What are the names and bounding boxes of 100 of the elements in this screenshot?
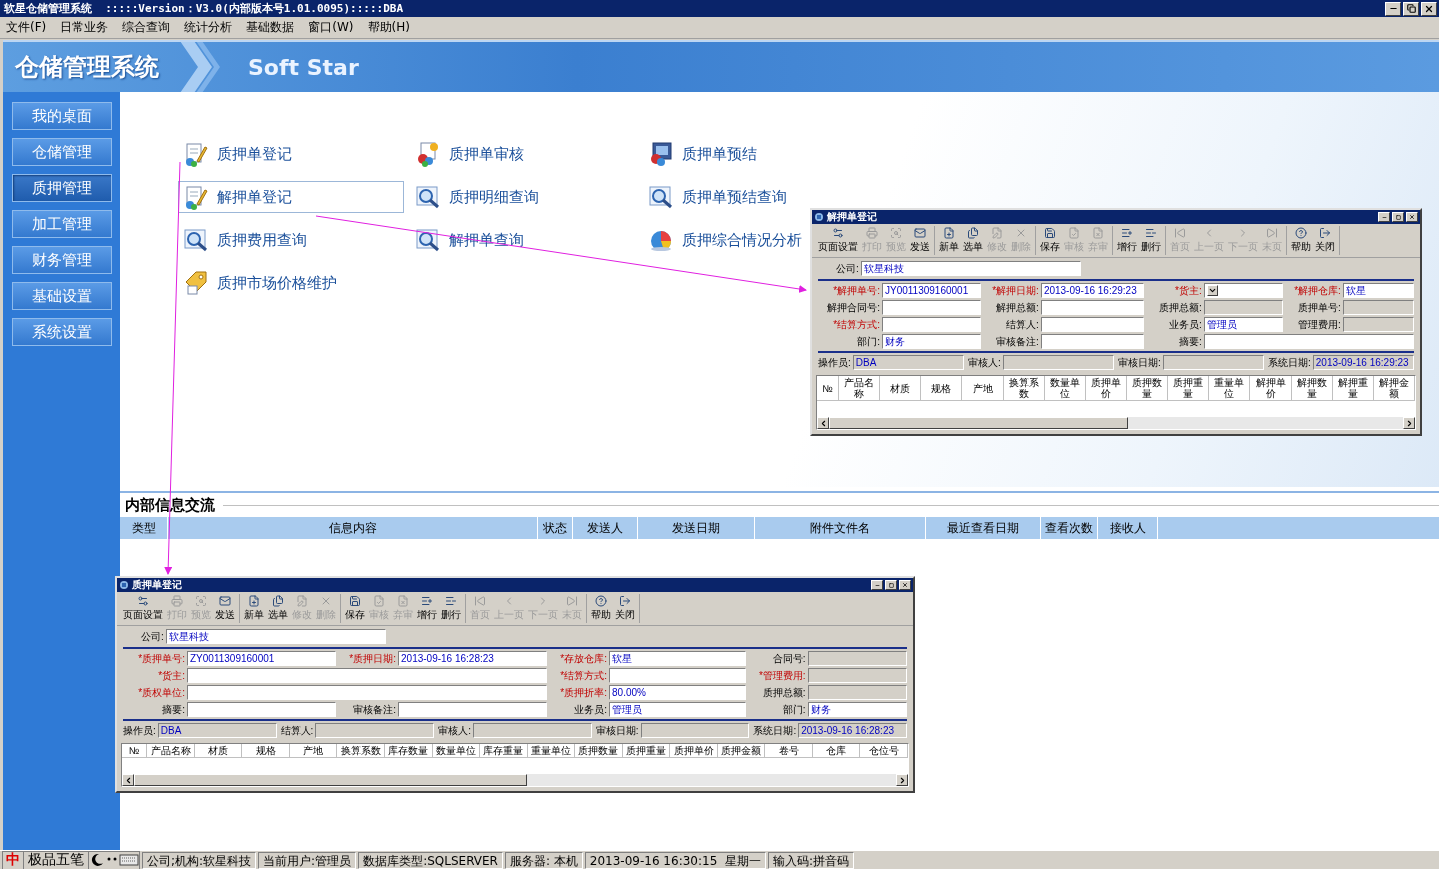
- sidebar-item[interactable]: 加工管理: [12, 210, 112, 238]
- input-field[interactable]: [1342, 300, 1414, 315]
- toolbar-button[interactable]: 页面设置: [121, 594, 165, 623]
- input-field[interactable]: [807, 651, 907, 666]
- scrollbar[interactable]: [817, 417, 1415, 429]
- input-field[interactable]: [187, 702, 336, 717]
- settings-icon: [832, 227, 844, 239]
- toolbar-button[interactable]: 关闭: [1313, 226, 1337, 255]
- input-field[interactable]: [187, 668, 548, 683]
- input-field[interactable]: [1342, 317, 1414, 332]
- input-field[interactable]: 软星: [609, 651, 746, 666]
- module-link[interactable]: 解押单登记: [178, 181, 404, 213]
- minimize-button[interactable]: [1385, 1, 1401, 16]
- input-field[interactable]: DBA: [852, 355, 964, 370]
- maximize-button[interactable]: [1392, 212, 1404, 222]
- sidebar-item[interactable]: 质押管理: [12, 174, 112, 202]
- file-x-icon: [397, 595, 409, 607]
- input-field[interactable]: 2013-09-16 16:29:23: [1312, 355, 1414, 370]
- toolbar-button[interactable]: 新单: [937, 226, 961, 255]
- input-field[interactable]: [1203, 334, 1414, 349]
- toolbar-button[interactable]: 帮助: [589, 594, 613, 623]
- minimize-button[interactable]: [1378, 212, 1390, 222]
- input-field[interactable]: [1002, 355, 1114, 370]
- input-field[interactable]: [882, 300, 981, 315]
- input-field[interactable]: 软星科技: [860, 261, 1081, 276]
- toolbar-button[interactable]: 页面设置: [816, 226, 860, 255]
- toolbar-button[interactable]: 保存: [1038, 226, 1062, 255]
- input-field[interactable]: [609, 668, 746, 683]
- toolbar-button[interactable]: 选单: [266, 594, 290, 623]
- input-field[interactable]: JY0011309160001: [882, 283, 981, 298]
- ime-name[interactable]: 极品五笔: [24, 851, 89, 869]
- input-field[interactable]: [807, 685, 907, 700]
- toolbar-button[interactable]: 帮助: [1289, 226, 1313, 255]
- scrollbar[interactable]: [122, 774, 908, 786]
- menu-item[interactable]: 帮助(H): [367, 19, 410, 36]
- input-field[interactable]: [640, 723, 750, 738]
- menu-item[interactable]: 基础数据: [246, 19, 295, 36]
- toolbar-button[interactable]: 选单: [961, 226, 985, 255]
- minimize-button[interactable]: [871, 580, 883, 590]
- column-header: 数量单位: [432, 744, 481, 757]
- window-title: 质押单登记: [132, 578, 182, 592]
- input-field[interactable]: ZY0011309160001: [187, 651, 336, 666]
- menu-item[interactable]: 日常业务: [60, 19, 109, 36]
- sidebar-item[interactable]: 财务管理: [12, 246, 112, 274]
- input-field[interactable]: [1040, 334, 1144, 349]
- file-plus-icon: [943, 227, 955, 239]
- toolbar-button[interactable]: 发送: [213, 594, 237, 623]
- close-button[interactable]: [1421, 1, 1437, 16]
- toolbar-button[interactable]: 发送: [908, 226, 932, 255]
- menu-item[interactable]: 综合查询: [122, 19, 171, 36]
- input-field[interactable]: 2013-09-16 16:28:23: [798, 723, 907, 738]
- toolbar-button[interactable]: 删行: [439, 594, 463, 623]
- field-label: 审核人:: [968, 355, 1001, 370]
- input-field[interactable]: 管理员: [609, 702, 746, 717]
- close-button[interactable]: [899, 580, 911, 590]
- menu-item[interactable]: 文件(F): [6, 19, 47, 36]
- input-field[interactable]: 管理员: [1203, 317, 1283, 332]
- menu-item[interactable]: 统计分析: [184, 19, 233, 36]
- input-field[interactable]: [1040, 317, 1144, 332]
- input-field[interactable]: DBA: [157, 723, 277, 738]
- exit-icon: [619, 595, 631, 607]
- input-field[interactable]: 软星科技: [165, 629, 386, 644]
- sidebar-item[interactable]: 基础设置: [12, 282, 112, 310]
- menu-item[interactable]: 窗口(W): [308, 19, 354, 36]
- input-field[interactable]: [472, 723, 592, 738]
- input-field[interactable]: [398, 702, 548, 717]
- close-button[interactable]: [1406, 212, 1418, 222]
- input-field[interactable]: [1162, 355, 1264, 370]
- toolbar-button[interactable]: 新单: [242, 594, 266, 623]
- moon-icon[interactable]: [89, 852, 105, 868]
- column-header: 卷号: [765, 744, 813, 757]
- input-field[interactable]: [807, 668, 907, 683]
- sidebar-item[interactable]: 系统设置: [12, 318, 112, 346]
- restore-button[interactable]: [1403, 1, 1419, 16]
- toolbar-button[interactable]: 增行: [415, 594, 439, 623]
- toolbar-button[interactable]: 删行: [1139, 226, 1163, 255]
- dropdown-button[interactable]: [1206, 285, 1218, 296]
- help-icon: [1295, 227, 1307, 239]
- input-field[interactable]: [1040, 300, 1144, 315]
- maximize-button[interactable]: [885, 580, 897, 590]
- input-field[interactable]: [315, 723, 435, 738]
- input-field[interactable]: 财务: [882, 334, 981, 349]
- dropdown-field[interactable]: [1203, 283, 1283, 298]
- toolbar-button[interactable]: 关闭: [613, 594, 637, 623]
- input-field[interactable]: 2013-09-16 16:29:23: [1040, 283, 1144, 298]
- column-header: 库存数量: [385, 744, 433, 757]
- window-title: 解押单登记: [827, 210, 877, 224]
- sidebar-item[interactable]: 我的桌面: [12, 102, 112, 130]
- input-field[interactable]: 2013-09-16 16:28:23: [398, 651, 548, 666]
- input-field[interactable]: 软星: [1342, 283, 1414, 298]
- input-field[interactable]: 80.00%: [609, 685, 746, 700]
- input-field[interactable]: [882, 317, 981, 332]
- column-header: 规格: [242, 744, 290, 757]
- input-field[interactable]: 财务: [807, 702, 907, 717]
- toolbar-button[interactable]: 增行: [1115, 226, 1139, 255]
- input-field[interactable]: [1203, 300, 1283, 315]
- toolbar-button[interactable]: 保存: [343, 594, 367, 623]
- input-field[interactable]: [187, 685, 548, 700]
- field-label: 审核人:: [438, 723, 471, 738]
- status-field: 服务器: 本机: [504, 851, 583, 869]
